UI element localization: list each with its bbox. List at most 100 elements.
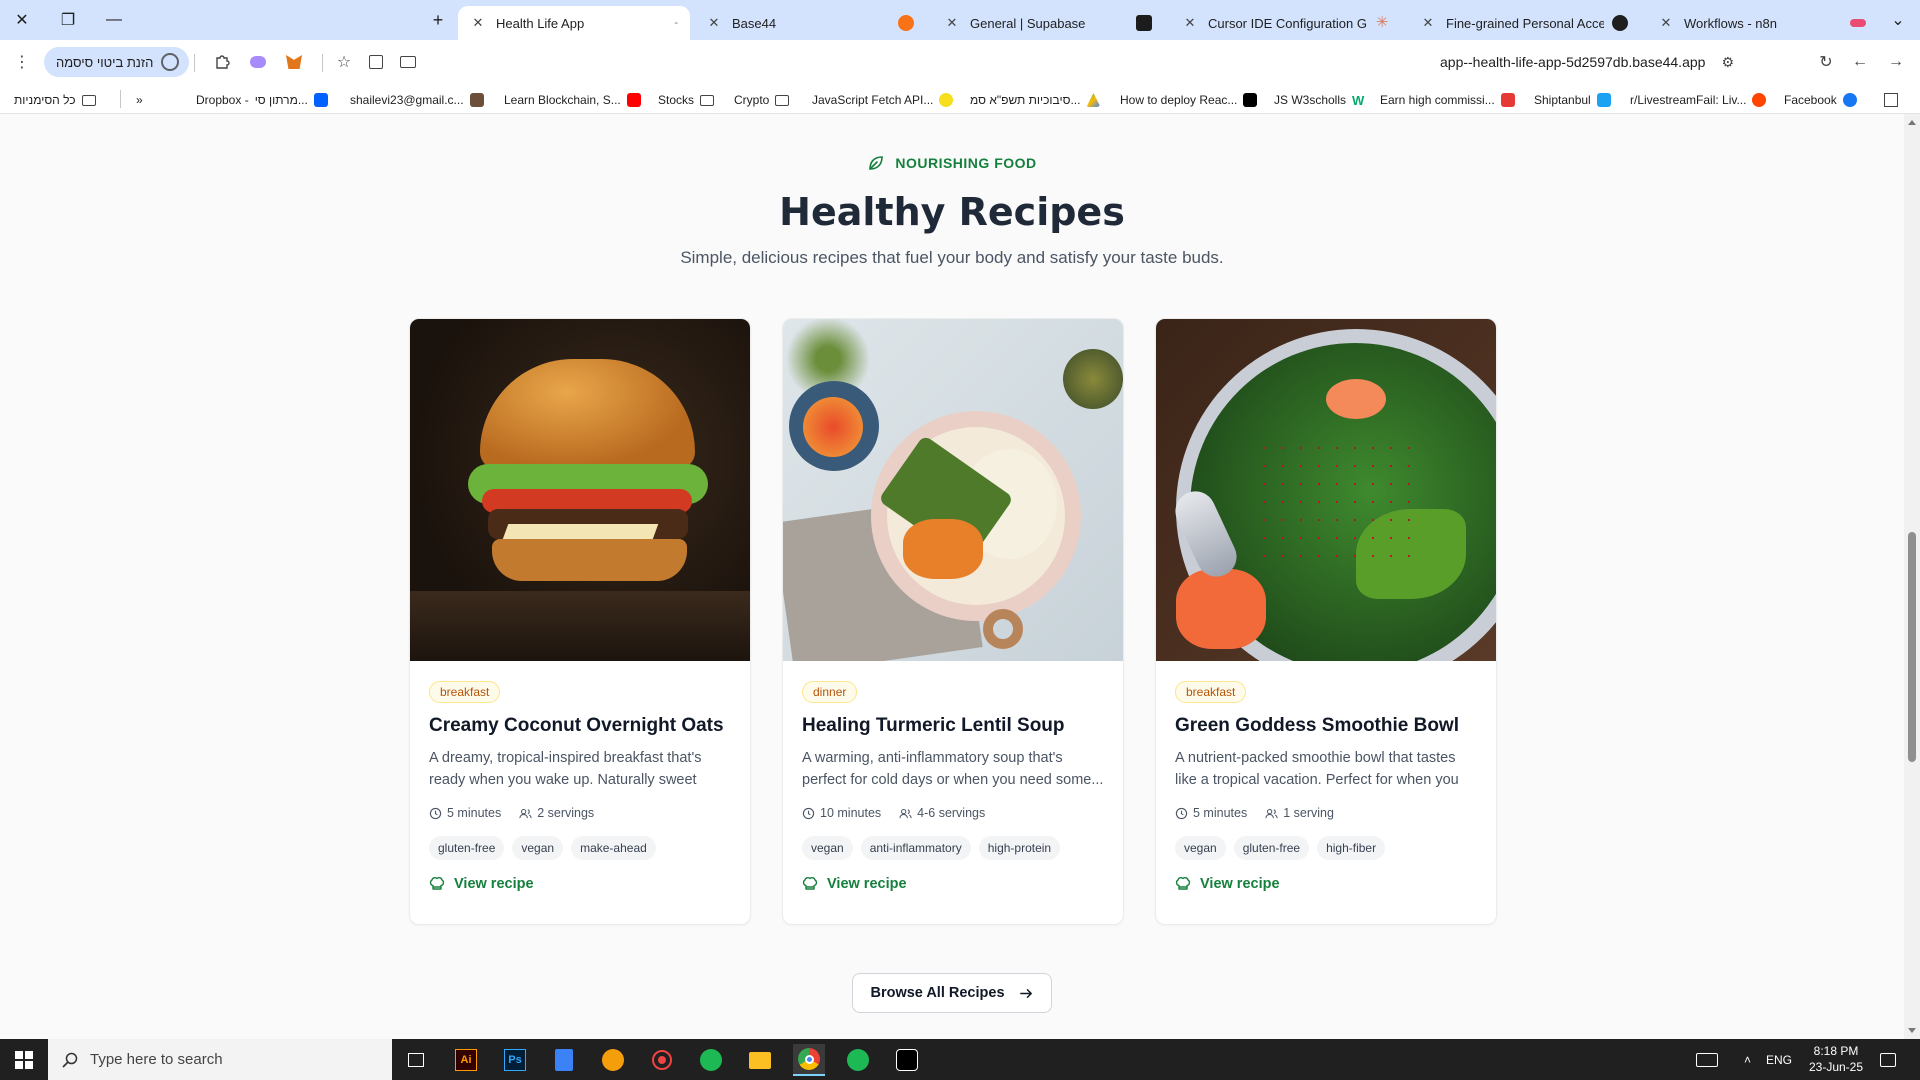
browse-all-recipes-button[interactable]: Browse All Recipes — [852, 973, 1052, 1013]
tab-search-chevron-icon[interactable]: ⌄ — [1876, 0, 1920, 40]
servings-text: 1 serving — [1283, 806, 1334, 820]
bookmark-commissions[interactable]: Earn high commissi... — [1380, 90, 1515, 110]
metamask-fox-icon[interactable] — [280, 48, 308, 76]
tab-close-icon[interactable]: ✕ — [706, 15, 722, 31]
tab-supabase[interactable]: ✕ General | Supabase — [932, 6, 1164, 40]
dropbox-icon — [313, 93, 328, 107]
recipe-title[interactable]: Green Goddess Smoothie Bowl — [1175, 715, 1477, 737]
windows-start-icon[interactable] — [0, 1039, 48, 1080]
tab-base44[interactable]: ✕ Base44 — [694, 6, 926, 40]
bookmark-marathon[interactable]: Dropbox - מרתון סי... — [196, 90, 328, 110]
scroll-up-arrow-icon[interactable] — [1908, 120, 1916, 125]
bookmark-gmail[interactable]: shailevi23@gmail.c... — [350, 90, 484, 110]
w3schools-icon: W — [1352, 92, 1365, 108]
bookmark-label: מרתון סי... — [254, 93, 308, 107]
photoshop-icon[interactable]: Ps — [499, 1044, 531, 1076]
recipe-card[interactable]: breakfast Creamy Coconut Overnight Oats … — [409, 318, 751, 925]
recipe-card[interactable]: breakfast Green Goddess Smoothie Bowl A … — [1155, 318, 1497, 925]
site-settings-icon[interactable]: ⚙ — [1721, 54, 1734, 71]
notifications-icon[interactable] — [1880, 1039, 1896, 1080]
recorder-icon[interactable] — [646, 1044, 678, 1076]
servings: 2 servings — [519, 806, 594, 820]
illustrator-icon[interactable]: Ai — [450, 1044, 482, 1076]
tab-close-icon[interactable]: ✕ — [1658, 15, 1674, 31]
translate-icon[interactable] — [362, 48, 390, 76]
file-explorer-icon[interactable] — [744, 1044, 776, 1076]
chrome-icon[interactable] — [793, 1044, 825, 1076]
extensions-puzzle-icon[interactable] — [208, 48, 236, 76]
taskbar-search-input[interactable]: Type here to search — [48, 1039, 392, 1080]
servings-text: 2 servings — [537, 806, 595, 820]
tab-n8n[interactable]: ✕ Workflows - n8n — [1646, 6, 1878, 40]
scroll-down-arrow-icon[interactable] — [1908, 1028, 1916, 1033]
tab-cursor-guide[interactable]: ✕ Cursor IDE Configuration Guide ✳ — [1170, 6, 1402, 40]
bookmark-deploy-react[interactable]: How to deploy Reac... — [1120, 90, 1258, 110]
extension-cloud-icon[interactable] — [244, 48, 272, 76]
apps-grid-icon[interactable] — [1884, 90, 1898, 110]
bookmarks-overflow-icon[interactable]: » — [136, 90, 143, 110]
forward-arrow-icon[interactable]: → — [1882, 48, 1910, 76]
tab-close-icon[interactable]: ✕ — [470, 15, 486, 31]
reload-icon[interactable]: ↻ — [1812, 48, 1840, 76]
tag: high-protein — [978, 836, 1061, 860]
restore-window-icon[interactable]: ❐ — [46, 0, 90, 40]
view-recipe-link[interactable]: View recipe — [1175, 876, 1477, 892]
bookmark-shiptanbul[interactable]: Shiptanbul — [1534, 90, 1611, 110]
recipe-title[interactable]: Healing Turmeric Lentil Soup — [802, 715, 1104, 737]
recipe-card[interactable]: dinner Healing Turmeric Lentil Soup A wa… — [782, 318, 1124, 925]
spotify-icon[interactable] — [842, 1044, 874, 1076]
minimize-window-icon[interactable]: — — [92, 0, 136, 40]
bookmark-all-bookmarks[interactable]: כל הסימניות — [14, 90, 96, 110]
address-bar[interactable]: app--health-life-app-5d2597db.base44.app… — [1440, 48, 1770, 76]
page-scrollbar[interactable] — [1904, 114, 1920, 1039]
tab-health-life-app[interactable]: ✕ Health Life App - — [458, 6, 690, 40]
back-arrow-icon[interactable]: ← — [1846, 48, 1874, 76]
toolbar-divider — [194, 54, 195, 72]
chevron-up-icon[interactable]: ˄ — [1744, 1039, 1751, 1080]
new-tab-button[interactable]: + — [424, 6, 452, 34]
scrollbar-thumb[interactable] — [1908, 532, 1916, 762]
input-language[interactable]: ENG — [1766, 1039, 1792, 1080]
bookmark-label: Dropbox - — [196, 93, 249, 107]
recipe-title[interactable]: Creamy Coconut Overnight Oats — [429, 715, 731, 737]
clock-time: 8:18 PM — [1813, 1044, 1859, 1058]
grain-bowl-photo[interactable] — [783, 319, 1123, 661]
bookmark-blockchain[interactable]: Learn Blockchain, S... — [504, 90, 641, 110]
bookmark-w3schools[interactable]: JS W3scholls W — [1274, 90, 1364, 110]
taskbar-clock[interactable]: 8:18 PM 23-Jun-25 — [1798, 1043, 1874, 1075]
spotify-icon[interactable] — [695, 1044, 727, 1076]
bookmark-livestreamfail[interactable]: r/LivestreamFail: Liv... — [1630, 90, 1767, 110]
bookmark-star-icon[interactable]: ☆ — [330, 48, 358, 76]
close-window-icon[interactable]: ✕ — [0, 0, 44, 40]
tab-close-icon[interactable]: ✕ — [1420, 15, 1436, 31]
clock-icon — [802, 807, 815, 819]
bookmark-facebook[interactable]: Facebook — [1784, 90, 1857, 110]
view-recipe-link[interactable]: View recipe — [802, 876, 1104, 892]
bookmark-crypto[interactable]: Crypto — [734, 90, 790, 110]
bookmark-stocks[interactable]: Stocks — [658, 90, 715, 110]
capcut-icon[interactable] — [891, 1044, 923, 1076]
view-recipe-link[interactable]: View recipe — [429, 876, 731, 892]
bookmark-js-fetch[interactable]: JavaScript Fetch API... — [812, 90, 954, 110]
servings: 4-6 servings — [899, 806, 985, 820]
tab-close-icon[interactable]: ✕ — [944, 15, 960, 31]
dev-icon — [1243, 93, 1258, 107]
keyboard-icon[interactable] — [1696, 1039, 1718, 1080]
browser-menu-icon[interactable]: ⋮ — [8, 48, 36, 76]
vlc-icon[interactable] — [597, 1044, 629, 1076]
install-app-icon[interactable] — [394, 48, 422, 76]
salad-photo[interactable] — [1156, 319, 1496, 661]
bookmark-label: Crypto — [734, 93, 770, 107]
tab-title: General | Supabase — [970, 15, 1086, 31]
tab-github-tokens[interactable]: ✕ Fine-grained Personal Access To — [1408, 6, 1640, 40]
tab-close-icon[interactable]: ✕ — [1182, 15, 1198, 31]
burger-photo[interactable] — [410, 319, 750, 661]
youtube-icon — [626, 93, 641, 107]
calculator-icon[interactable] — [548, 1044, 580, 1076]
bookmark-label: Learn Blockchain, S... — [504, 93, 621, 107]
bookmark-complexity[interactable]: סיבוכיות תשפ"א סמ... — [970, 90, 1101, 110]
password-chip[interactable]: הזנת ביטוי סיסמה — [44, 47, 190, 77]
task-view-icon[interactable] — [400, 1044, 432, 1076]
folder-icon — [775, 94, 790, 106]
url-text: app--health-life-app-5d2597db.base44.app — [1440, 54, 1706, 70]
